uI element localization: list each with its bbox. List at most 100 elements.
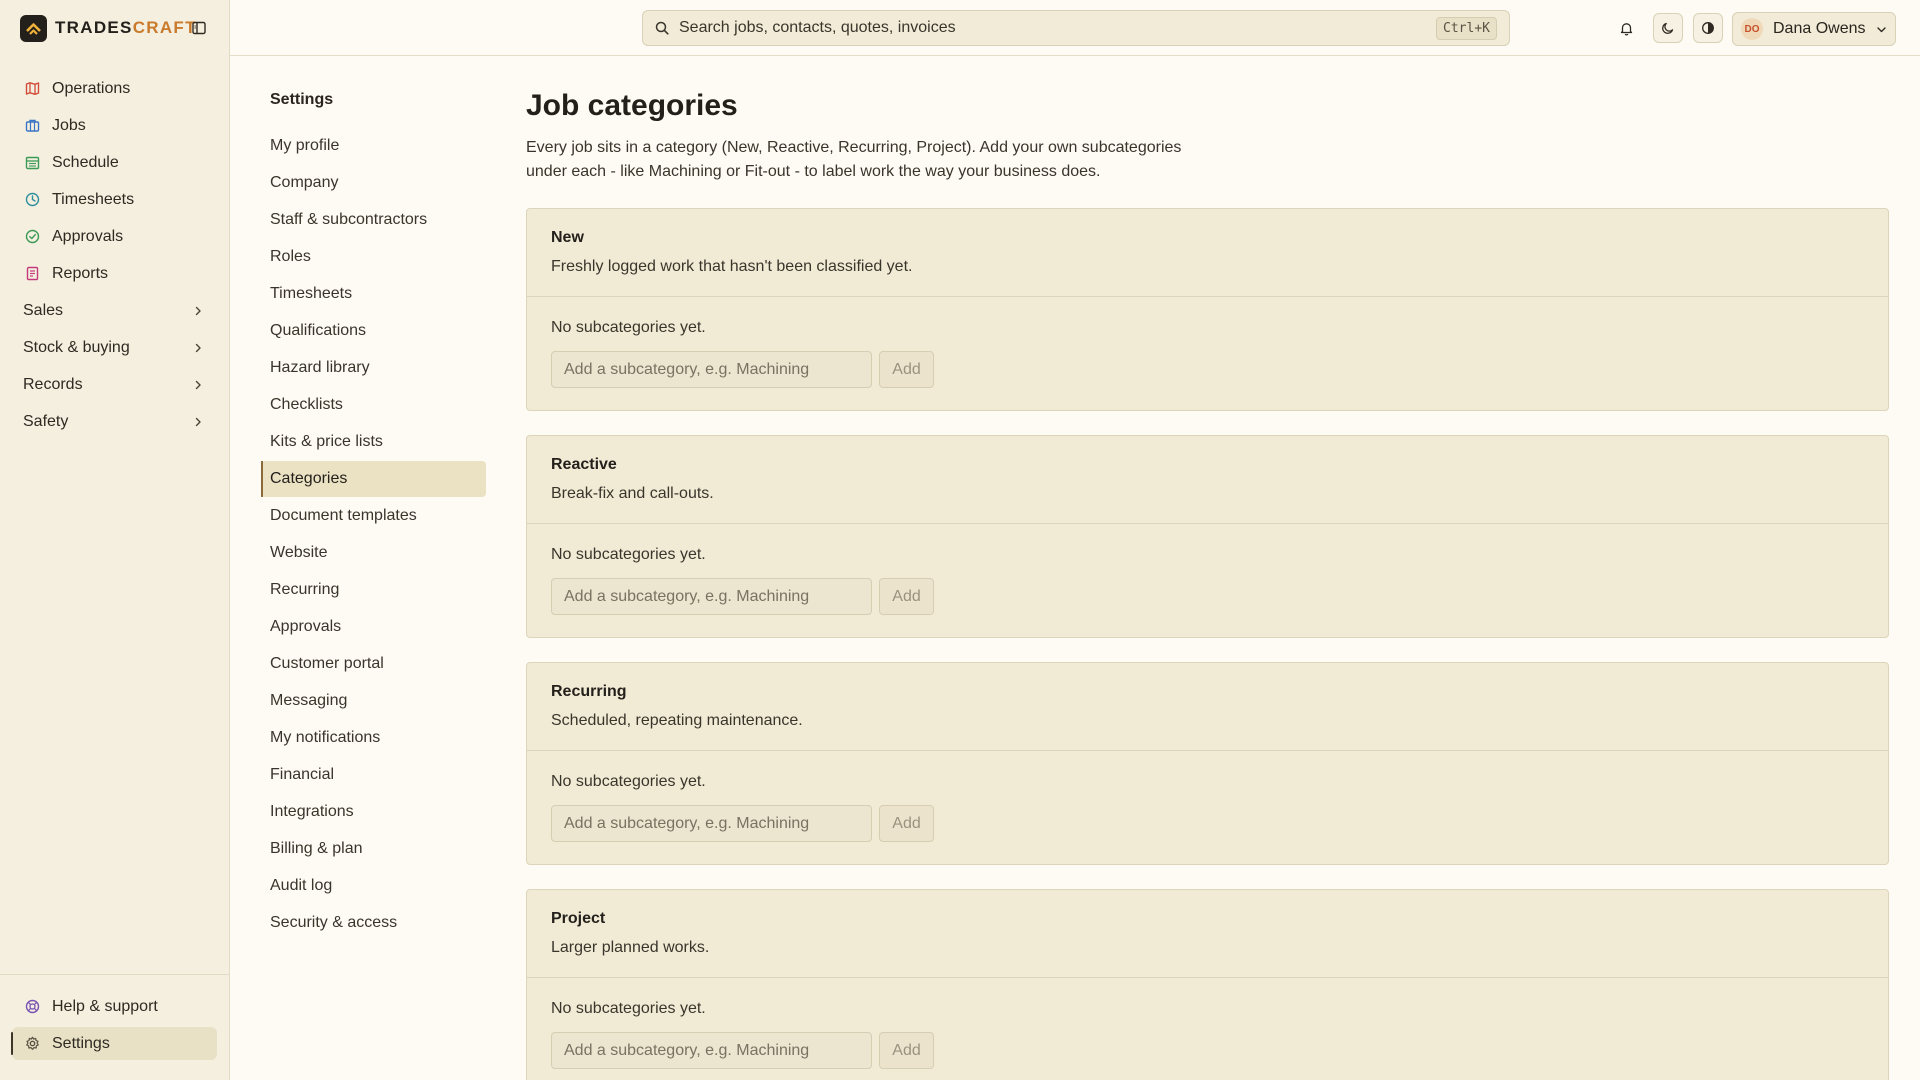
subcategory-input[interactable]	[551, 578, 872, 615]
settings-item-security-and-access[interactable]: Security & access	[261, 905, 486, 941]
nav-group-sales[interactable]: Sales	[12, 294, 217, 327]
category-header: Recurring Scheduled, repeating maintenanc…	[527, 663, 1888, 751]
notifications-button[interactable]	[1612, 14, 1640, 42]
nav-item-timesheets[interactable]: Timesheets	[12, 183, 217, 216]
app-sidebar: TRADESCRAFT Operations Jobs Schedule Tim…	[0, 0, 230, 1080]
category-header: Reactive Break-fix and call-outs.	[527, 436, 1888, 524]
settings-item-audit-log[interactable]: Audit log	[261, 868, 486, 904]
settings-item-website[interactable]: Website	[261, 535, 486, 571]
settings-item-customer-portal[interactable]: Customer portal	[261, 646, 486, 682]
category-name: Recurring	[551, 683, 627, 700]
user-name: Dana Owens	[1773, 20, 1866, 37]
nav-item-help-support[interactable]: Help & support	[12, 990, 217, 1023]
settings-item-integrations[interactable]: Integrations	[261, 794, 486, 830]
settings-item-qualifications[interactable]: Qualifications	[261, 313, 486, 349]
nav-item-settings[interactable]: Settings	[11, 1027, 217, 1060]
settings-item-timesheets[interactable]: Timesheets	[261, 276, 486, 312]
search-shortcut-badge: Ctrl+K	[1436, 16, 1497, 40]
chevron-right-icon	[193, 380, 203, 390]
empty-subcategories-note: No subcategories yet.	[551, 1000, 706, 1017]
settings-item-staff-and-subcontractors[interactable]: Staff & subcontractors	[261, 202, 486, 238]
category-body: No subcategories yet. Add	[527, 978, 1888, 1069]
contrast-toggle[interactable]	[1693, 13, 1723, 43]
page-title: Job categories	[526, 89, 738, 122]
brand-logo-icon	[20, 14, 47, 42]
sidebar-divider	[0, 974, 230, 975]
brand-name: TRADESCRAFT	[55, 18, 197, 37]
nav-group-label: Sales	[23, 301, 64, 319]
nav-item-label: Reports	[52, 264, 109, 282]
subcategory-input[interactable]	[551, 351, 872, 388]
nav-item-label: Approvals	[52, 227, 124, 245]
nav-group-safety[interactable]: Safety	[12, 405, 217, 438]
settings-nav-title: Settings	[270, 91, 334, 108]
nav-item-approvals[interactable]: Approvals	[12, 220, 217, 253]
settings-item-document-templates[interactable]: Document templates	[261, 498, 486, 534]
category-body: No subcategories yet. Add	[527, 297, 1888, 388]
add-subcategory-button[interactable]: Add	[879, 1032, 934, 1069]
settings-nav-list: My profile Company Staff & subcontractors R…	[261, 128, 486, 941]
main-nav: Operations Jobs Schedule Timesheets Appr…	[12, 72, 217, 442]
add-subcategory-button[interactable]: Add	[879, 351, 934, 388]
nav-group-label: Stock & buying	[23, 338, 130, 356]
category-name: Reactive	[551, 456, 617, 473]
settings-item-my-profile[interactable]: My profile	[261, 128, 486, 164]
add-subcategory-row: Add	[551, 351, 1864, 388]
subcategory-input[interactable]	[551, 1032, 872, 1069]
settings-item-my-notifications[interactable]: My notifications	[261, 720, 486, 756]
search-icon	[655, 21, 669, 35]
nav-item-label: Jobs	[52, 116, 86, 134]
clock-icon	[24, 192, 40, 208]
check-circle-icon	[24, 229, 40, 245]
nav-item-label: Timesheets	[52, 190, 135, 208]
category-description: Larger planned works.	[551, 939, 710, 956]
top-bar: Search jobs, contacts, quotes, invoices …	[230, 0, 1920, 56]
settings-item-categories[interactable]: Categories	[261, 461, 486, 497]
global-search[interactable]: Search jobs, contacts, quotes, invoices …	[642, 10, 1510, 46]
nav-item-reports[interactable]: Reports	[12, 257, 217, 290]
nav-item-label: Operations	[52, 79, 131, 97]
settings-item-hazard-library[interactable]: Hazard library	[261, 350, 486, 386]
add-subcategory-row: Add	[551, 578, 1864, 615]
nav-item-label: Settings	[52, 1034, 110, 1052]
category-description: Freshly logged work that hasn't been cla…	[551, 258, 913, 275]
briefcase-icon	[24, 118, 40, 134]
settings-nav: Settings My profile Company Staff & subcon…	[261, 86, 486, 942]
chevron-right-icon	[193, 417, 203, 427]
collapse-sidebar-button[interactable]	[190, 19, 208, 37]
settings-item-recurring[interactable]: Recurring	[261, 572, 486, 608]
nav-item-schedule[interactable]: Schedule	[12, 146, 217, 179]
settings-item-financial[interactable]: Financial	[261, 757, 486, 793]
nav-group-records[interactable]: Records	[12, 368, 217, 401]
settings-item-checklists[interactable]: Checklists	[261, 387, 486, 423]
settings-item-roles[interactable]: Roles	[261, 239, 486, 275]
nav-item-jobs[interactable]: Jobs	[12, 109, 217, 142]
empty-subcategories-note: No subcategories yet.	[551, 319, 706, 336]
calendar-icon	[24, 155, 40, 171]
category-header: New Freshly logged work that hasn't been …	[527, 209, 1888, 297]
gear-icon	[24, 1036, 40, 1052]
settings-item-approvals[interactable]: Approvals	[261, 609, 486, 645]
brand[interactable]: TRADESCRAFT	[20, 14, 197, 42]
settings-item-kits-and-price-lists[interactable]: Kits & price lists	[261, 424, 486, 460]
category-description: Scheduled, repeating maintenance.	[551, 712, 803, 729]
sidebar-toggle-icon	[192, 21, 206, 35]
job-categories-page: Job categories Every job sits in a categ…	[526, 86, 1889, 1080]
add-subcategory-row: Add	[551, 805, 1864, 842]
empty-subcategories-note: No subcategories yet.	[551, 773, 706, 790]
add-subcategory-button[interactable]: Add	[879, 805, 934, 842]
settings-item-messaging[interactable]: Messaging	[261, 683, 486, 719]
nav-group-label: Safety	[23, 412, 69, 430]
settings-item-billing-and-plan[interactable]: Billing & plan	[261, 831, 486, 867]
user-menu[interactable]: DO Dana Owens	[1732, 12, 1896, 46]
bell-icon	[1620, 22, 1632, 36]
nav-item-operations[interactable]: Operations	[12, 72, 217, 105]
add-subcategory-button[interactable]: Add	[879, 578, 934, 615]
category-description: Break-fix and call-outs.	[551, 485, 714, 502]
category-name: New	[551, 229, 584, 246]
dark-mode-toggle[interactable]	[1653, 13, 1683, 43]
nav-group-stock-buying[interactable]: Stock & buying	[12, 331, 217, 364]
settings-item-company[interactable]: Company	[261, 165, 486, 201]
subcategory-input[interactable]	[551, 805, 872, 842]
report-icon	[24, 266, 40, 282]
